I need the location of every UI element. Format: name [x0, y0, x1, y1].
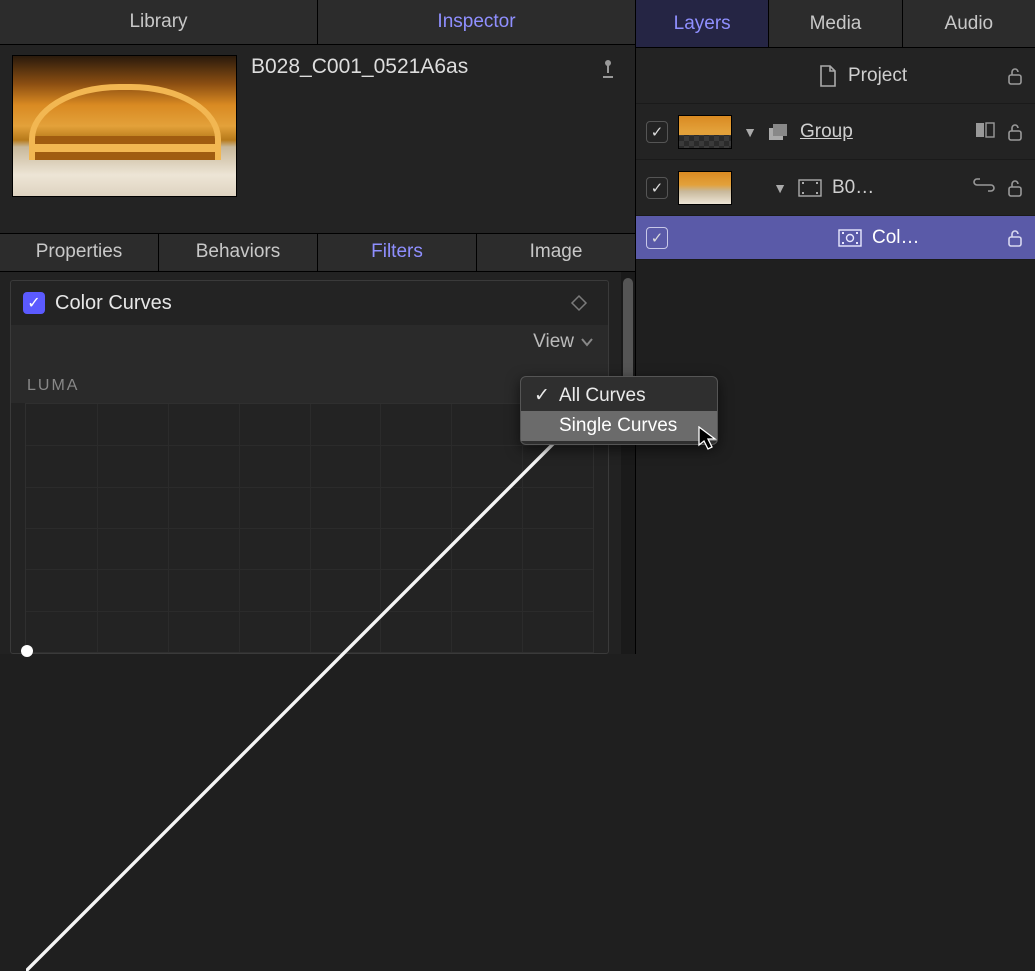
- group-icon: [768, 123, 790, 141]
- tab-layers[interactable]: Layers: [636, 0, 769, 47]
- visibility-checkbox[interactable]: [646, 177, 668, 199]
- layer-thumbnail: [678, 171, 732, 205]
- tab-library[interactable]: Library: [0, 0, 318, 44]
- clip-header: B028_C001_0521A6as: [0, 45, 635, 233]
- filter-enable-checkbox[interactable]: ✓: [23, 292, 45, 314]
- checkmark-icon: ✓: [533, 384, 551, 407]
- lock-open-icon[interactable]: [1005, 178, 1025, 198]
- app-root: Library Inspector B028_C001_0521A6as Pro…: [0, 0, 1035, 654]
- layer-label: B0…: [832, 177, 874, 199]
- subtab-properties[interactable]: Properties: [0, 234, 159, 271]
- menu-item-label: Single Curves: [559, 415, 677, 437]
- clip-title: B028_C001_0521A6as: [251, 55, 468, 79]
- disclosure-triangle-icon[interactable]: ▼: [742, 124, 758, 140]
- link-icon[interactable]: [973, 178, 995, 198]
- mask-icon[interactable]: [975, 122, 995, 142]
- luma-curve-editor[interactable]: [25, 403, 594, 653]
- tab-media[interactable]: Media: [769, 0, 902, 47]
- menu-item-all-curves[interactable]: ✓ All Curves: [521, 380, 717, 411]
- filters-panel: ✓ Color Curves View LUMA: [0, 272, 635, 654]
- clip-thumbnail[interactable]: [12, 55, 237, 197]
- disclosure-triangle-icon[interactable]: ▼: [772, 180, 788, 196]
- subtab-filters[interactable]: Filters: [318, 234, 477, 271]
- pin-icon[interactable]: [599, 55, 617, 85]
- tab-inspector[interactable]: Inspector: [318, 0, 635, 44]
- right-column: Layers Media Audio Project: [636, 0, 1035, 654]
- curve-channel-label: LUMA: [11, 363, 608, 403]
- menu-item-single-curves[interactable]: Single Curves: [521, 411, 717, 441]
- inspector-subtabs: Properties Behaviors Filters Image: [0, 233, 635, 272]
- curve-handle-start[interactable]: [20, 644, 34, 658]
- layer-label: Project: [848, 65, 907, 87]
- curve-line[interactable]: [26, 404, 593, 971]
- inspector-tabbar: Library Inspector: [0, 0, 635, 45]
- layer-label: Col…: [872, 227, 920, 249]
- lock-open-icon[interactable]: [1005, 122, 1025, 142]
- visibility-checkbox[interactable]: [646, 121, 668, 143]
- filter-titlebar: ✓ Color Curves: [11, 281, 608, 325]
- left-column: Library Inspector B028_C001_0521A6as Pro…: [0, 0, 636, 654]
- tab-audio[interactable]: Audio: [903, 0, 1035, 47]
- view-label: View: [533, 331, 574, 353]
- layer-row-filter[interactable]: Col…: [636, 216, 1035, 260]
- subtab-image[interactable]: Image: [477, 234, 635, 271]
- document-icon: [818, 64, 838, 88]
- layer-row-project[interactable]: Project: [636, 48, 1035, 104]
- lock-open-icon[interactable]: [1005, 66, 1025, 86]
- layer-list: Project ▼ Group: [636, 48, 1035, 260]
- layer-label[interactable]: Group: [800, 121, 853, 143]
- filmstrip-icon: [798, 179, 822, 197]
- layer-row-group[interactable]: ▼ Group: [636, 104, 1035, 160]
- menu-item-label: All Curves: [559, 385, 646, 407]
- filter-name-label: Color Curves: [55, 292, 172, 315]
- chevron-down-icon: [580, 335, 594, 349]
- view-dropdown-menu[interactable]: ✓ All Curves Single Curves: [520, 376, 718, 445]
- filter-container: ✓ Color Curves View LUMA: [10, 280, 609, 654]
- view-popup-button[interactable]: View: [11, 325, 608, 363]
- project-tabbar: Layers Media Audio: [636, 0, 1035, 48]
- lock-open-icon[interactable]: [1005, 228, 1025, 248]
- subtab-behaviors[interactable]: Behaviors: [159, 234, 318, 271]
- filter-icon: [838, 229, 862, 247]
- layer-thumbnail: [678, 115, 732, 149]
- filters-scrollbar[interactable]: [621, 272, 635, 654]
- layer-row-clip[interactable]: ▼ B0…: [636, 160, 1035, 216]
- visibility-checkbox[interactable]: [646, 227, 668, 249]
- keyframe-icon[interactable]: [570, 294, 588, 312]
